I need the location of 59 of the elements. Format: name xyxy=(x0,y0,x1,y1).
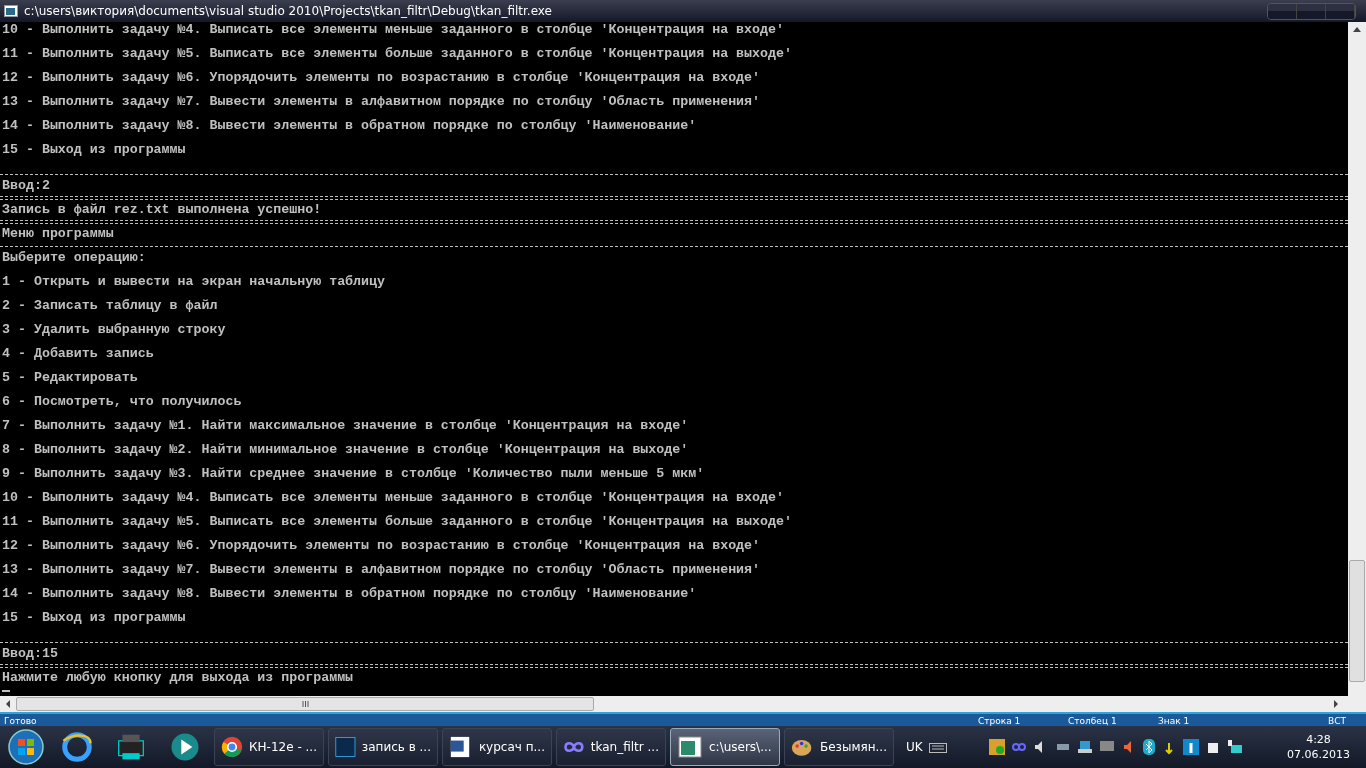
clock-date: 07.06.2013 xyxy=(1287,747,1350,762)
console-line: 15 - Выход из программы xyxy=(1,612,187,624)
console-line: Нажмите любую кнопку для выхода из программы xyxy=(1,672,355,684)
status-text: ВСТ xyxy=(1328,716,1346,726)
network-icon[interactable] xyxy=(1076,739,1093,755)
status-text: Столбец 1 xyxy=(1068,716,1118,726)
status-text: Готово xyxy=(4,716,37,726)
console-line: 11 - Выполнить задачу №5. Выписать все элементы больше заданного в столбце 'Концентрация на выходе' xyxy=(1,516,793,528)
taskbar-button[interactable]: c:\users\... xyxy=(670,728,780,766)
console-line: 8 - Выполнить задачу №2. Найти минимальное значение в столбце 'Концентрация на выходе' xyxy=(1,444,690,456)
console-line: 14 - Выполнить задачу №8. Вывести элементы в обратном порядке по столбцу 'Наименование' xyxy=(1,120,698,132)
console-line: 9 - Выполнить задачу №3. Найти среднее значение в столбце 'Количество пыли меньше 5 мкм' xyxy=(1,468,706,480)
console-line: 2 - Записать таблицу в файл xyxy=(1,300,219,312)
console-line: 10 - Выполнить задачу №4. Выписать все элементы меньше заданного в столбце 'Концентрация на входе' xyxy=(1,24,785,36)
left-arrow-icon[interactable] xyxy=(4,699,12,709)
console-line: Запись в файл rez.txt выполнена успешно! xyxy=(1,204,323,216)
console-line: 7 - Выполнить задачу №1. Найти максимальное значение в столбце 'Концентрация на входе' xyxy=(1,420,690,432)
console-line: Меню программы xyxy=(1,228,115,240)
taskbar-button[interactable]: tkan_filtr ... xyxy=(556,728,666,766)
console-line: 15 - Выход из программы xyxy=(1,144,187,156)
console-line: 12 - Выполнить задачу №6. Упорядочить элементы по возрастанию в столбце 'Концентрация на входе' xyxy=(1,540,762,552)
console-window-icon xyxy=(4,5,18,17)
console-line: Выберите операцию: xyxy=(1,252,147,264)
grip-icon xyxy=(301,701,309,707)
console-line: Ввод:2 xyxy=(1,180,51,192)
console-line: 1 - Открыть и вывести на экран начальную таблицу xyxy=(1,276,386,288)
globe-icon[interactable] xyxy=(988,739,1005,755)
play-icon xyxy=(169,731,201,763)
taskbar-button[interactable]: курсач п... xyxy=(442,728,552,766)
keyboard-icon[interactable] xyxy=(928,741,947,753)
console-line: 12 - Выполнить задачу №6. Упорядочить элементы по возрастанию в столбце 'Концентрация на входе' xyxy=(1,72,762,84)
console-line: 13 - Выполнить задачу №7. Вывести элементы в алфавитном порядке по столбцу 'Область применения' xyxy=(1,96,762,108)
console-line: 13 - Выполнить задачу №7. Вывести элементы в алфавитном порядке по столбцу 'Область применения' xyxy=(1,564,762,576)
vertical-scrollbar[interactable] xyxy=(1348,22,1366,696)
taskbar-button[interactable]: КН-12е - ... xyxy=(214,728,324,766)
clock[interactable]: 4:28 07.06.2013 xyxy=(1287,732,1362,762)
network-icon[interactable] xyxy=(1226,739,1243,755)
console-line: Ввод:15 xyxy=(1,648,59,660)
clock-time: 4:28 xyxy=(1306,732,1331,747)
browser-icon xyxy=(61,731,93,763)
status-text: Знак 1 xyxy=(1158,716,1191,726)
console-line: 6 - Посмотреть, что получилось xyxy=(1,396,243,408)
console-line: 4 - Добавить запись xyxy=(1,348,155,360)
right-arrow-icon[interactable] xyxy=(1332,699,1340,709)
bluetooth-icon[interactable] xyxy=(1142,739,1155,755)
window-icon xyxy=(677,734,703,760)
taskbar-button[interactable]: Безымян... xyxy=(784,728,894,766)
taskbar-button[interactable]: запись в ... xyxy=(328,728,438,766)
horizontal-scrollbar[interactable] xyxy=(0,696,1366,712)
console-line: 14 - Выполнить задачу №8. Вывести элементы в обратном порядке по столбцу 'Наименование' xyxy=(1,588,698,600)
console-line: 10 - Выполнить задачу №4. Выписать все элементы меньше заданного в столбце 'Концентрация на входе' xyxy=(1,492,785,504)
console-line: 5 - Редактировать xyxy=(1,372,139,384)
language-indicator[interactable]: UK xyxy=(906,740,923,754)
console-line: 11 - Выполнить задачу №5. Выписать все элементы больше заданного в столбце 'Концентрация на выходе' xyxy=(1,48,793,60)
scrollbar-thumb[interactable] xyxy=(1349,560,1365,682)
status-text: Строка 1 xyxy=(978,716,1022,726)
window-title: c:\users\виктория\documents\visual studio 2010\Projects\tkan_filtr\Debug\tkan_filtr.exe xyxy=(24,4,553,18)
console-line: 3 - Удалить выбранную строку xyxy=(1,324,227,336)
scrollbar-thumb[interactable] xyxy=(16,697,594,711)
